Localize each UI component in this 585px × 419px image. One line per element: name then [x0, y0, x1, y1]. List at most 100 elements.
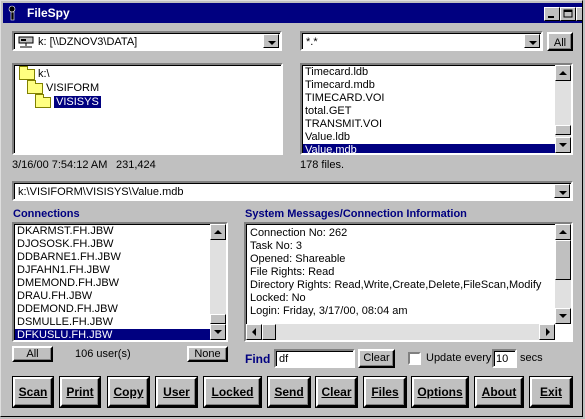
scroll-down-icon[interactable]: [210, 324, 226, 340]
connection-item[interactable]: DMEMOND.FH.JBW: [15, 277, 211, 290]
scroll-up-icon[interactable]: [555, 65, 571, 81]
update-interval-input[interactable]: 10: [492, 349, 517, 368]
about-button[interactable]: About: [475, 377, 523, 407]
file-item[interactable]: TRANSMIT.VOI: [303, 118, 555, 131]
connections-all-button[interactable]: All: [12, 346, 53, 362]
options-button[interactable]: Options: [412, 377, 468, 407]
file-listbox[interactable]: Timecard.ldb Timecard.mdb TIMECARD.VOI tota…: [300, 63, 573, 155]
minimize-button[interactable]: [544, 7, 560, 21]
file-item[interactable]: Value.mdb: [303, 144, 555, 153]
find-clear-button[interactable]: Clear: [358, 349, 395, 368]
messages-hscroll-thumb[interactable]: [262, 324, 276, 340]
locked-button[interactable]: Locked: [204, 377, 261, 407]
copy-button[interactable]: Copy: [108, 377, 149, 407]
path-combo[interactable]: k:\VISIFORM\VISISYS\Value.mdb: [12, 181, 573, 201]
update-unit: secs: [520, 352, 543, 364]
maximize-button[interactable]: [560, 7, 576, 21]
connection-item[interactable]: DSMULLE.FH.JBW: [15, 316, 211, 329]
messages-hscrollbar[interactable]: [246, 324, 555, 340]
print-button[interactable]: Print: [60, 377, 100, 407]
folder-label: VISISYS: [54, 96, 101, 108]
messages-vscrollbar[interactable]: [555, 224, 571, 324]
exit-button[interactable]: Exit: [530, 377, 572, 407]
connection-item[interactable]: DRAU.FH.JBW: [15, 290, 211, 303]
connection-item[interactable]: DJOSOSK.FH.JBW: [15, 238, 211, 251]
drive-dropdown-button[interactable]: [263, 34, 279, 48]
network-drive-icon: [18, 36, 34, 48]
user-count: 106 user(s): [75, 348, 131, 360]
copy-label: Copy: [113, 385, 144, 399]
connection-item[interactable]: DFKUSLU.FH.JBW: [15, 329, 211, 340]
scroll-up-icon[interactable]: [555, 224, 571, 240]
connections-listbox[interactable]: DKARMST.FH.JBW DJOSOSK.FH.JBW DDBARNE1.FH.…: [12, 222, 228, 342]
file-item[interactable]: Timecard.mdb: [303, 79, 555, 92]
about-label: About: [481, 385, 517, 399]
connections-scrollbar[interactable]: [210, 224, 226, 340]
connections-scroll-thumb[interactable]: [210, 314, 226, 324]
files-button[interactable]: Files: [364, 377, 406, 407]
folder-tree[interactable]: k:\ VISIFORM VISISYS: [12, 63, 283, 155]
maximize-icon: [563, 9, 573, 18]
connections-list: DKARMST.FH.JBW DJOSOSK.FH.JBW DDBARNE1.FH.…: [15, 225, 211, 340]
file-size: 231,424: [116, 159, 156, 171]
filespy-window: FileSpy k: [\\DZNOV3\DATA] *.* All k:\ VI…: [0, 0, 583, 417]
update-checkbox[interactable]: [408, 352, 421, 365]
scroll-left-icon[interactable]: [246, 324, 262, 340]
messages-heading: System Messages/Connection Information: [245, 208, 467, 220]
drive-combo[interactable]: k: [\\DZNOV3\DATA]: [12, 31, 282, 51]
file-item[interactable]: Timecard.ldb: [303, 66, 555, 79]
scroll-up-icon[interactable]: [210, 224, 226, 240]
file-filter-dropdown-button[interactable]: [524, 34, 540, 48]
user-button[interactable]: User: [156, 377, 197, 407]
connections-heading: Connections: [13, 208, 80, 220]
window-title: FileSpy: [27, 6, 70, 20]
scroll-right-icon[interactable]: [539, 324, 555, 340]
connection-item[interactable]: DDEMOND.FH.JBW: [15, 303, 211, 316]
close-button[interactable]: [576, 7, 582, 21]
connection-item[interactable]: DJFAHN1.FH.JBW: [15, 264, 211, 277]
update-label: Update every: [426, 352, 492, 364]
connection-item[interactable]: DDBARNE1.FH.JBW: [15, 251, 211, 264]
options-label: Options: [417, 385, 463, 399]
message-line: Opened: Shareable: [250, 253, 346, 265]
print-label: Print: [66, 385, 94, 399]
find-label: Find: [245, 352, 271, 366]
files-label: Files: [371, 385, 399, 399]
clear-label: Clear: [321, 385, 352, 399]
scroll-down-icon[interactable]: [555, 137, 571, 153]
minimize-icon: [548, 16, 554, 18]
message-line: File Rights: Read: [250, 266, 335, 278]
file-item[interactable]: TIMECARD.VOI: [303, 92, 555, 105]
locked-label: Locked: [211, 385, 254, 399]
file-list-scrollbar[interactable]: [555, 65, 571, 153]
path-value: k:\VISIFORM\VISISYS\Value.mdb: [18, 186, 184, 198]
scan-button[interactable]: Scan: [13, 377, 53, 407]
drive-value: k: [\\DZNOV3\DATA]: [38, 36, 138, 48]
connections-none-button[interactable]: None: [187, 346, 228, 362]
clear-button[interactable]: Clear: [316, 377, 357, 407]
folder-item[interactable]: VISISYS: [15, 93, 281, 109]
messages-scroll-thumb[interactable]: [555, 240, 571, 280]
folder-item[interactable]: VISIFORM: [15, 79, 281, 95]
connection-item[interactable]: DKARMST.FH.JBW: [15, 225, 211, 238]
find-value: df: [279, 353, 289, 365]
folder-item[interactable]: k:\: [15, 65, 281, 81]
file-list: Timecard.ldb Timecard.mdb TIMECARD.VOI tota…: [303, 66, 555, 153]
file-item[interactable]: Value.ldb: [303, 131, 555, 144]
title-bar[interactable]: FileSpy: [3, 3, 582, 23]
file-item[interactable]: total.GET: [303, 105, 555, 118]
path-dropdown-button[interactable]: [554, 184, 570, 198]
message-line: Login: Friday, 3/17/00, 08:04 am: [250, 305, 408, 317]
file-list-scroll-thumb[interactable]: [555, 125, 571, 135]
open-folder-icon: [19, 65, 35, 80]
messages-panel[interactable]: Connection No: 262 Task No: 3 Opened: Shar…: [244, 222, 573, 342]
filter-all-button[interactable]: All: [547, 32, 573, 51]
find-input[interactable]: df: [274, 349, 355, 368]
scroll-down-icon[interactable]: [555, 308, 571, 324]
folder-icon: [35, 93, 51, 108]
folder-icon: [27, 79, 43, 94]
send-button[interactable]: Send: [268, 377, 310, 407]
folder-list: k:\ VISIFORM VISISYS: [15, 65, 281, 109]
message-line: Connection No: 262: [250, 227, 348, 239]
file-filter-combo[interactable]: *.*: [300, 31, 543, 51]
